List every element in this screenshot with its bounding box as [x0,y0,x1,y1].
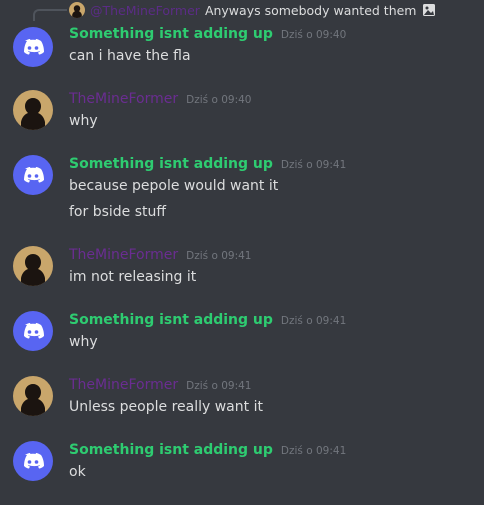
username[interactable]: TheMineFormer [69,91,178,107]
message-text: why [69,334,98,350]
image-icon [422,3,436,17]
message-header: TheMineFormer Dziś o 09:40 [69,91,251,107]
message-text: why [69,113,98,129]
avatar[interactable] [13,311,53,351]
avatar[interactable] [13,376,53,416]
username[interactable]: Something isnt adding up [69,26,273,42]
timestamp: Dziś o 09:40 [280,29,347,41]
timestamp: Dziś o 09:40 [186,94,252,106]
reply-connector [33,9,67,21]
reply-text[interactable]: Anyways somebody wanted them [205,3,417,18]
reply-preview[interactable]: @TheMineFormer Anyways somebody wanted t… [69,1,436,19]
message-text: can i have the fla [69,48,191,64]
avatar[interactable] [13,155,53,195]
message-text: for bside stuff [69,204,167,220]
message-text: because pepole would want it [69,178,279,194]
username[interactable]: TheMineFormer [69,377,178,393]
message-header: Something isnt adding up Dziś o 09:40 [69,26,346,42]
avatar[interactable] [13,441,53,481]
username[interactable]: TheMineFormer [69,247,178,263]
chat-messages: @TheMineFormer Anyways somebody wanted t… [0,0,484,505]
message-header: Something isnt adding up Dziś o 09:41 [69,156,346,172]
timestamp: Dziś o 09:41 [280,159,347,171]
avatar[interactable] [13,246,53,286]
avatar[interactable] [13,90,53,130]
message-header: Something isnt adding up Dziś o 09:41 [69,442,346,458]
message-text: Unless people really want it [69,399,263,415]
username[interactable]: Something isnt adding up [69,312,273,328]
timestamp: Dziś o 09:41 [186,250,252,262]
username[interactable]: Something isnt adding up [69,156,273,172]
message-text: ok [69,464,86,480]
reply-author[interactable]: @TheMineFormer [90,3,200,18]
avatar[interactable] [13,27,53,67]
username[interactable]: Something isnt adding up [69,442,273,458]
timestamp: Dziś o 09:41 [280,315,347,327]
reply-avatar [69,2,85,18]
message-header: Something isnt adding up Dziś o 09:41 [69,312,346,328]
timestamp: Dziś o 09:41 [186,380,252,392]
message-header: TheMineFormer Dziś o 09:41 [69,247,251,263]
message-text: im not releasing it [69,269,197,285]
timestamp: Dziś o 09:41 [280,445,347,457]
message-header: TheMineFormer Dziś o 09:41 [69,377,251,393]
